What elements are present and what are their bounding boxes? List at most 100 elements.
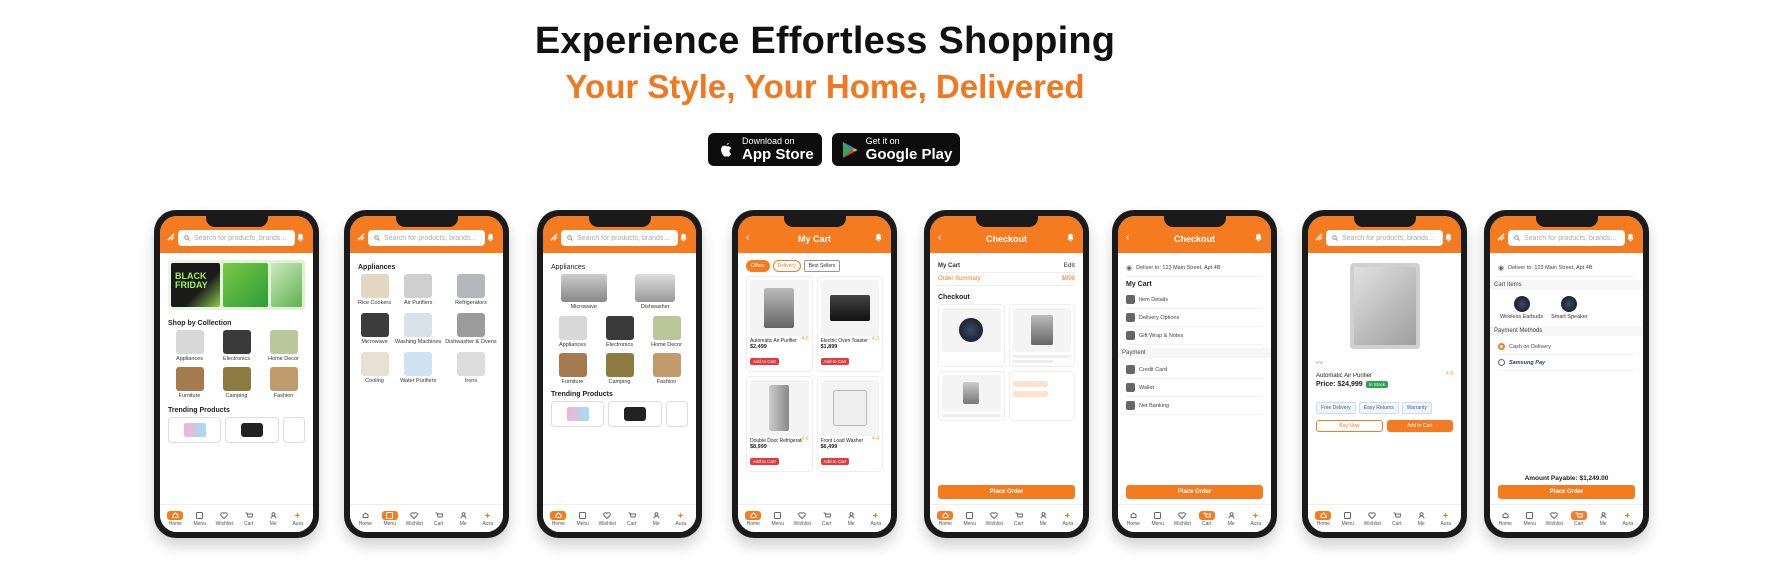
nav-wishlist[interactable]: Wishlist (595, 511, 619, 527)
nav-home[interactable]: Home (353, 511, 377, 527)
list-item[interactable]: Item Details (1126, 291, 1263, 309)
nav-aura[interactable]: Aura (1244, 511, 1268, 527)
category-item[interactable]: Furniture (551, 353, 594, 385)
nav-me[interactable]: Me (1031, 511, 1055, 527)
nav-aura[interactable]: Aura (864, 511, 888, 527)
cart-item[interactable]: Wireless Earbuds (1500, 296, 1543, 320)
search-input[interactable]: Search for products, brands... (368, 230, 485, 246)
category-item[interactable]: Electronics (598, 316, 641, 348)
nav-cart[interactable]: Cart (427, 511, 451, 527)
app-store-badge[interactable]: Download on App Store (708, 133, 822, 166)
nav-cart[interactable]: Cart (1007, 511, 1031, 527)
nav-wishlist[interactable]: Wishlist (1170, 511, 1194, 527)
nav-wishlist[interactable]: Wishlist (402, 511, 426, 527)
nav-me[interactable]: Me (644, 511, 668, 527)
nav-aura[interactable]: Aura (1056, 511, 1080, 527)
appliance-item[interactable]: Microwave (358, 313, 391, 345)
appliance-item[interactable]: Dishwasher & Ovens (445, 313, 497, 345)
product-card[interactable]: 4.5 Automatic Air Purifier $2,499 Add to Ca… (746, 276, 813, 372)
list-item[interactable]: Gift Wrap & Notes (1126, 327, 1263, 345)
nav-me[interactable]: Me (1409, 511, 1433, 527)
nav-menu[interactable]: Menu (766, 511, 790, 527)
trending-card[interactable] (168, 417, 222, 443)
nav-home[interactable]: Home (1311, 510, 1335, 527)
nav-home[interactable]: Home (1121, 511, 1145, 527)
address-row[interactable]: ◉ Deliver to: 123 Main Street, Apt 4B (1126, 260, 1263, 277)
menu-icon[interactable] (357, 233, 365, 241)
nav-me[interactable]: Me (839, 511, 863, 527)
nav-me[interactable]: Me (261, 511, 285, 527)
category-item[interactable]: Electronics (215, 330, 258, 362)
appliance-item[interactable]: Refrigerators (445, 274, 496, 306)
category-item[interactable]: Home Decor (645, 316, 688, 348)
product-card[interactable]: 4.3 Electric Oven Toaster $1,899 Add to Car… (816, 276, 883, 372)
category-item[interactable]: Home Decor (262, 330, 305, 362)
appliance-item[interactable]: Irons (445, 352, 496, 384)
nav-menu[interactable]: Menu (188, 511, 212, 527)
bell-icon[interactable] (486, 232, 495, 242)
nav-cart[interactable]: Cart (237, 511, 261, 527)
appliance-item[interactable]: Rice Cookers (358, 274, 391, 306)
checkout-item[interactable] (938, 371, 1005, 421)
nav-menu[interactable]: Menu (1518, 511, 1542, 527)
nav-home[interactable]: Home (1493, 511, 1517, 527)
add-to-cart-button[interactable]: Add to Cart (750, 458, 779, 465)
trending-card[interactable] (608, 401, 662, 427)
nav-wishlist[interactable]: Wishlist (212, 511, 236, 527)
nav-cart[interactable]: Cart (815, 511, 839, 527)
nav-cart[interactable]: Cart (620, 511, 644, 527)
appliance-item[interactable]: Cooling (358, 352, 391, 384)
menu-icon[interactable] (550, 233, 558, 241)
menu-icon[interactable] (1315, 233, 1323, 241)
google-play-badge[interactable]: Get it on Google Play (831, 133, 961, 166)
product-card[interactable]: 4.6 Double Door Refrigerator $8,999 Add to … (746, 376, 813, 472)
bell-icon[interactable] (679, 232, 688, 242)
edit-link[interactable]: Edit (1064, 263, 1075, 269)
payment-option[interactable]: Samsung Pay (1498, 355, 1635, 371)
nav-cart[interactable]: Cart (1195, 510, 1219, 527)
search-input[interactable]: Search for products, brands... (178, 230, 295, 246)
trending-card[interactable] (225, 417, 279, 443)
category-item[interactable]: Fashion (645, 353, 688, 385)
trending-card[interactable] (551, 401, 605, 427)
nav-menu[interactable]: Menu (1146, 511, 1170, 527)
nav-wishlist[interactable]: Wishlist (1542, 511, 1566, 527)
bell-icon[interactable] (874, 232, 883, 242)
category-item[interactable]: Appliances (168, 330, 211, 362)
appliance-item[interactable]: Washing Machines (395, 313, 441, 345)
nav-aura[interactable]: Aura (476, 511, 500, 527)
promo-banner[interactable]: BLACK FRIDAY (168, 260, 305, 310)
nav-me[interactable]: Me (451, 511, 475, 527)
category-item[interactable]: Camping (598, 353, 641, 385)
list-item[interactable]: Net Banking (1126, 397, 1263, 415)
add-to-cart-button[interactable]: Add to Cart (820, 458, 850, 465)
bell-icon[interactable] (1626, 232, 1635, 242)
nav-menu[interactable]: Menu (378, 510, 402, 527)
checkout-item[interactable] (938, 304, 1005, 367)
nav-cart[interactable]: Cart (1567, 510, 1591, 527)
bell-icon[interactable] (1066, 232, 1075, 242)
appliance-item[interactable]: Air Purifiers (395, 274, 441, 306)
search-input[interactable]: Search for products, brands... (1326, 230, 1443, 246)
menu-icon[interactable] (167, 233, 175, 241)
checkout-item[interactable] (1008, 304, 1075, 367)
filter-chip[interactable]: Delivery (772, 260, 801, 272)
filter-chip[interactable]: Offers (746, 260, 770, 272)
add-to-cart-button[interactable]: Add to Cart (820, 358, 850, 365)
nav-home[interactable]: Home (163, 510, 187, 527)
category-item[interactable]: Furniture (168, 367, 211, 399)
featured-item[interactable]: Microwave (551, 274, 617, 310)
list-item[interactable]: Delivery Options (1126, 309, 1263, 327)
product-card[interactable]: 4.4 Front Load Washer $6,499 Add to Cart (816, 376, 883, 472)
nav-home[interactable]: Home (933, 510, 957, 527)
bell-icon[interactable] (1254, 232, 1263, 242)
add-to-cart-button[interactable]: Add to Cart (750, 358, 779, 365)
bell-icon[interactable] (1444, 232, 1453, 242)
nav-aura[interactable]: Aura (1616, 511, 1640, 527)
nav-aura[interactable]: Aura (286, 511, 310, 527)
nav-menu[interactable]: Menu (958, 511, 982, 527)
filter-chip[interactable]: Best Sellers (803, 260, 841, 272)
nav-me[interactable]: Me (1591, 511, 1615, 527)
menu-icon[interactable] (1497, 233, 1505, 241)
featured-item[interactable]: Dishwasher (623, 274, 689, 310)
